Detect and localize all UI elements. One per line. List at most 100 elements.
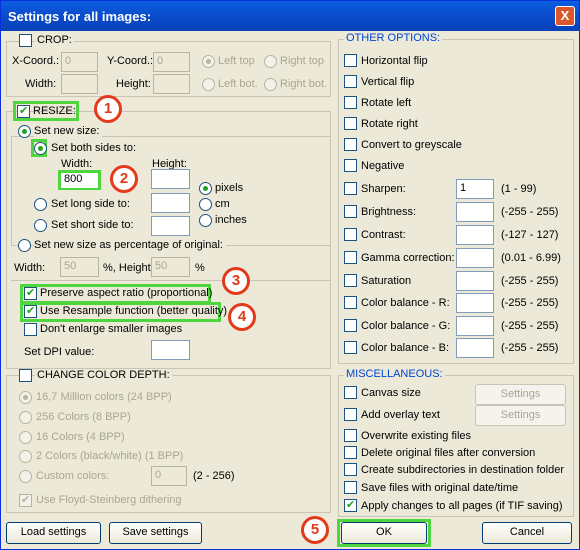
cb-r-label: Color balance - R: — [361, 297, 450, 309]
color-1bpp-radio[interactable] — [19, 450, 32, 463]
pct-height-input[interactable]: 50 — [151, 257, 190, 277]
right-top-radio[interactable] — [264, 55, 277, 68]
cb-b-checkbox[interactable] — [344, 341, 357, 354]
crop-width-input[interactable] — [61, 74, 98, 94]
gamma-input[interactable] — [456, 248, 494, 268]
settings-dialog: Settings for all images: X CROP: X-Coord… — [0, 0, 580, 550]
x-coord-input[interactable]: 0 — [61, 52, 98, 72]
badge-4: 4 — [228, 303, 256, 331]
rotate-right-label: Rotate right — [361, 118, 418, 130]
vertical-flip-checkbox[interactable] — [344, 75, 357, 88]
both-sides-radio[interactable] — [34, 142, 47, 155]
horizontal-flip-checkbox[interactable] — [344, 54, 357, 67]
short-side-input[interactable] — [151, 216, 190, 236]
color-depth-label: CHANGE COLOR DEPTH: — [35, 369, 172, 381]
gamma-checkbox[interactable] — [344, 251, 357, 264]
cb-g-range: (-255 - 255) — [501, 320, 559, 332]
misc-title: MISCELLANEOUS: — [344, 368, 445, 380]
dithering-label: Use Floyd-Steinberg dithering — [36, 494, 182, 506]
crop-label: CROP: — [35, 34, 74, 46]
sharpen-range: (1 - 99) — [501, 183, 537, 195]
cb-r-checkbox[interactable] — [344, 296, 357, 309]
cb-b-label: Color balance - B: — [361, 342, 450, 354]
saturation-range: (-255 - 255) — [501, 275, 559, 287]
resize-label: RESIZE: — [33, 105, 76, 117]
resample-checkbox[interactable] — [24, 304, 37, 318]
overlay-settings-button[interactable]: Settings — [475, 405, 566, 426]
brightness-checkbox[interactable] — [344, 205, 357, 218]
custom-colors-label: Custom colors: — [36, 470, 110, 482]
brightness-input[interactable] — [456, 202, 494, 222]
color-depth-checkbox[interactable] — [19, 369, 32, 382]
long-side-input[interactable] — [151, 193, 190, 213]
load-settings-button[interactable]: Load settings — [6, 522, 101, 544]
custom-colors-radio[interactable] — [19, 470, 32, 483]
sharpen-checkbox[interactable] — [344, 182, 357, 195]
apply-pages-label: Apply changes to all pages (if TIF savin… — [361, 500, 563, 512]
crop-height-input[interactable] — [153, 74, 190, 94]
canvas-size-label: Canvas size — [361, 387, 421, 399]
saturation-label: Saturation — [361, 275, 412, 287]
canvas-settings-button[interactable]: Settings — [475, 384, 566, 405]
percentage-radio[interactable] — [18, 239, 31, 252]
left-top-radio[interactable] — [202, 55, 215, 68]
pct-height-label: %, Height: — [103, 262, 154, 274]
overlay-text-checkbox[interactable] — [344, 408, 357, 421]
cm-radio[interactable] — [199, 198, 212, 211]
color-8bpp-radio[interactable] — [19, 411, 32, 424]
contrast-input[interactable] — [456, 225, 494, 245]
sharpen-input[interactable]: 1 — [456, 179, 494, 199]
short-side-radio[interactable] — [34, 219, 47, 232]
pct-width-label: Width: — [14, 262, 46, 274]
right-bot-radio[interactable] — [264, 78, 277, 91]
resample-label: Use Resample function (better quality) — [40, 305, 228, 317]
negative-checkbox[interactable] — [344, 159, 357, 172]
dont-enlarge-checkbox[interactable] — [24, 323, 37, 336]
close-button[interactable]: X — [555, 6, 575, 26]
preserve-label: Preserve aspect ratio (proportional) — [40, 287, 213, 299]
rotate-right-checkbox[interactable] — [344, 117, 357, 130]
inches-label: inches — [215, 214, 247, 226]
pixels-radio[interactable] — [199, 182, 212, 195]
color-8bpp-label: 256 Colors (8 BPP) — [36, 411, 131, 423]
left-bot-radio[interactable] — [202, 78, 215, 91]
contrast-checkbox[interactable] — [344, 228, 357, 241]
delete-orig-checkbox[interactable] — [344, 446, 357, 459]
pct-width-input[interactable]: 50 — [60, 257, 99, 277]
preserve-checkbox[interactable] — [24, 286, 37, 300]
crop-checkbox[interactable] — [19, 34, 32, 47]
contrast-label: Contrast: — [361, 229, 406, 241]
greyscale-checkbox[interactable] — [344, 138, 357, 151]
save-settings-button[interactable]: Save settings — [109, 522, 202, 544]
dpi-input[interactable] — [151, 340, 190, 360]
cb-b-input[interactable] — [456, 338, 494, 358]
width-input[interactable]: 800 — [61, 173, 98, 188]
set-new-size-radio[interactable] — [18, 125, 31, 138]
gamma-label: Gamma correction: — [361, 252, 455, 264]
cb-g-input[interactable] — [456, 316, 494, 336]
inches-radio[interactable] — [199, 214, 212, 227]
save-date-checkbox[interactable] — [344, 481, 357, 494]
color-4bpp-radio[interactable] — [19, 431, 32, 444]
overwrite-checkbox[interactable] — [344, 429, 357, 442]
height-input[interactable] — [151, 169, 190, 189]
right-top-label: Right top — [280, 55, 325, 67]
long-side-radio[interactable] — [34, 198, 47, 211]
custom-colors-input[interactable]: 0 — [151, 466, 187, 486]
subdirs-checkbox[interactable] — [344, 463, 357, 476]
y-coord-input[interactable]: 0 — [153, 52, 190, 72]
color-24bpp-radio[interactable] — [19, 391, 32, 404]
overwrite-label: Overwrite existing files — [361, 430, 472, 442]
dithering-checkbox[interactable] — [19, 493, 32, 507]
ok-button[interactable]: OK — [341, 522, 427, 544]
saturation-checkbox[interactable] — [344, 274, 357, 287]
rotate-left-checkbox[interactable] — [344, 96, 357, 109]
apply-pages-checkbox[interactable] — [344, 498, 357, 512]
cancel-button[interactable]: Cancel — [482, 522, 572, 544]
canvas-size-checkbox[interactable] — [344, 386, 357, 399]
saturation-input[interactable] — [456, 271, 494, 291]
cb-r-input[interactable] — [456, 293, 494, 313]
cb-g-checkbox[interactable] — [344, 319, 357, 332]
resize-checkbox[interactable] — [17, 104, 30, 118]
color-4bpp-label: 16 Colors (4 BPP) — [36, 431, 125, 443]
